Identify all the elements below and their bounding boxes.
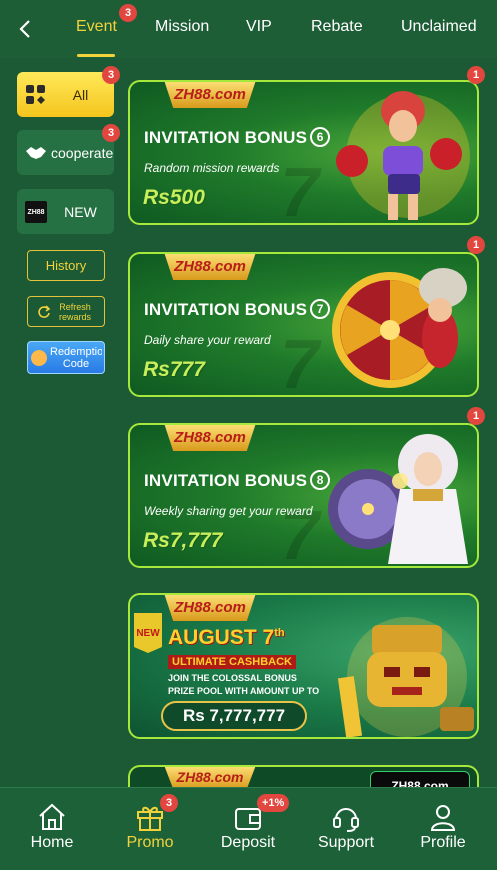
banner-title-text: INVITATION BONUS bbox=[144, 128, 308, 147]
category-all-label: All bbox=[72, 86, 89, 103]
nav-deposit-label: Deposit bbox=[220, 834, 276, 851]
zh88-logo: ZH88.com bbox=[164, 767, 256, 789]
banner-badge: 1 bbox=[467, 407, 485, 425]
redeem-icon bbox=[31, 349, 47, 366]
top-nav: Event 3 Mission VIP Rebate Unclaimed bbox=[0, 0, 497, 58]
banner-amount: Rs7,777 bbox=[143, 529, 223, 552]
tab-event[interactable]: Event bbox=[76, 18, 117, 36]
promo-title: AUGUST 7th bbox=[168, 626, 285, 650]
zh88-logo: ZH88.com bbox=[164, 82, 256, 108]
banner-subtitle: Weekly sharing get your reward bbox=[144, 504, 313, 518]
person-icon bbox=[430, 805, 456, 831]
nav-support[interactable]: Support bbox=[301, 788, 391, 870]
category-all[interactable]: All bbox=[17, 72, 114, 117]
banner-badge: 1 bbox=[467, 236, 485, 254]
headset-icon bbox=[333, 808, 359, 832]
zh88-logo: ZH88.com bbox=[164, 254, 256, 280]
redemption-code-button[interactable]: Redemption Code bbox=[27, 341, 105, 374]
nav-support-label: Support bbox=[317, 834, 375, 851]
nav-home-label: Home bbox=[30, 834, 74, 851]
goddess-character-image bbox=[328, 434, 468, 564]
nav-promo-label: Promo bbox=[126, 834, 174, 851]
promo-subtitle: ULTIMATE CASHBACK bbox=[168, 655, 296, 669]
banner-invitation-bonus-8[interactable]: ZH88.com 7 INVITATION BONUS 8 Weekly shar… bbox=[128, 423, 479, 568]
banner-amount: Rs777 bbox=[143, 358, 205, 381]
nav-promo[interactable]: Promo bbox=[105, 788, 195, 870]
promo-title-sup: th bbox=[274, 627, 285, 639]
banner-title: INVITATION BONUS 8 bbox=[144, 470, 331, 491]
bottom-nav: Home Promo 3 Deposit +1% Support Profile bbox=[0, 787, 497, 870]
banner-august-cashback[interactable]: ZH88.com NEW AUGUST 7th ULTIMATE CASHBAC… bbox=[128, 593, 479, 739]
promo-amount: Rs 7,777,777 bbox=[161, 701, 307, 731]
back-arrow-icon[interactable] bbox=[14, 16, 36, 42]
tab-unclaimed[interactable]: Unclaimed bbox=[401, 18, 477, 36]
category-new[interactable]: ZH88 NEW bbox=[17, 189, 114, 234]
tab-event-badge: 3 bbox=[119, 4, 137, 22]
banner-title-text: INVITATION BONUS bbox=[144, 300, 308, 319]
refresh-rewards-button[interactable]: Refresh rewards bbox=[27, 296, 105, 327]
zh88-logo: ZH88.com bbox=[164, 595, 256, 621]
category-cooperate-label: cooperate bbox=[51, 144, 114, 161]
promo-title-text: AUGUST 7 bbox=[168, 626, 275, 649]
banner-amount: Rs500 bbox=[143, 186, 205, 209]
nav-profile-label: Profile bbox=[420, 834, 466, 851]
banner-invitation-bonus-6[interactable]: ZH88.com 7 INVITATION BONUS 6 Random miss… bbox=[128, 80, 479, 225]
nav-profile[interactable]: Profile bbox=[398, 788, 488, 870]
category-cooperate[interactable]: cooperate bbox=[17, 130, 114, 175]
banner-badge: 1 bbox=[467, 66, 485, 84]
category-all-badge: 3 bbox=[102, 66, 120, 84]
nav-promo-badge: 3 bbox=[160, 794, 178, 812]
active-tab-indicator bbox=[77, 54, 115, 57]
promo-line-2: PRIZE POOL WITH AMOUNT UP TO bbox=[168, 686, 320, 696]
refresh-icon bbox=[38, 304, 51, 318]
banner-title: INVITATION BONUS 6 bbox=[144, 127, 331, 148]
golden-idol-image bbox=[337, 617, 474, 737]
nav-deposit-badge: +1% bbox=[257, 794, 290, 812]
promo-line-1: JOIN THE COLOSSAL BONUS bbox=[168, 673, 297, 683]
tab-mission[interactable]: Mission bbox=[155, 18, 209, 36]
refresh-rewards-label: Refresh rewards bbox=[58, 301, 91, 322]
banner-subtitle: Daily share your reward bbox=[144, 333, 271, 347]
boxer-character-image bbox=[336, 91, 470, 220]
banner-subtitle: Random mission rewards bbox=[144, 161, 280, 175]
tab-vip[interactable]: VIP bbox=[246, 18, 272, 36]
prize-wheel-image bbox=[332, 268, 467, 388]
nav-home[interactable]: Home bbox=[7, 788, 97, 870]
home-icon bbox=[39, 803, 65, 830]
handshake-icon bbox=[26, 147, 46, 159]
category-new-label: NEW bbox=[64, 203, 97, 220]
banner-title: INVITATION BONUS 7 bbox=[144, 299, 331, 320]
banner-invitation-bonus-7[interactable]: ZH88.com 7 INVITATION BONUS 7 Daily share… bbox=[128, 252, 479, 397]
history-button[interactable]: History bbox=[27, 250, 105, 281]
redemption-code-label: Redemption Code bbox=[50, 345, 102, 370]
tab-rebate[interactable]: Rebate bbox=[311, 18, 363, 36]
zh88-logo-icon: ZH88 bbox=[25, 201, 47, 223]
zh88-logo: ZH88.com bbox=[164, 425, 256, 451]
grid-icon bbox=[26, 85, 45, 104]
banner-title-text: INVITATION BONUS bbox=[144, 471, 308, 490]
new-tag: NEW bbox=[134, 613, 162, 653]
category-cooperate-badge: 3 bbox=[102, 124, 120, 142]
